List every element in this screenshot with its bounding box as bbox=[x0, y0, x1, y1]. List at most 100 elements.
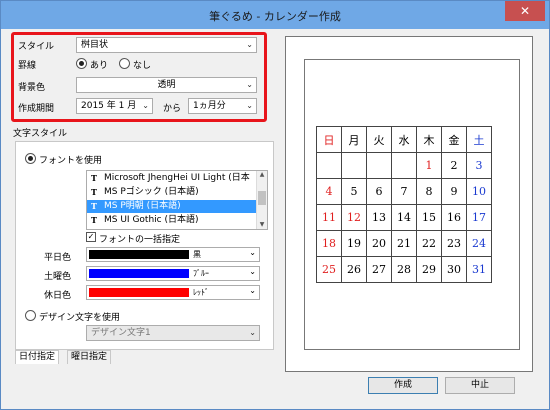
date-cell: 16 bbox=[441, 204, 467, 231]
style-select[interactable]: 桝目状 ⌄ bbox=[76, 37, 257, 53]
date-cell: 9 bbox=[441, 178, 467, 205]
weekday-color-name: 黒 bbox=[193, 250, 201, 259]
saturday-color-label: 土曜色 bbox=[44, 272, 72, 282]
weekday-color-select[interactable]: 黒 ⌄ bbox=[86, 247, 260, 262]
date-cell: 8 bbox=[416, 178, 442, 205]
chevron-down-icon: ⌄ bbox=[142, 101, 149, 110]
truetype-icon: T bbox=[91, 187, 97, 197]
saturday-color-name: ﾌﾞﾙｰ bbox=[193, 269, 209, 278]
calendar-grid: 日 月 火 水 木 金 土 1 2 3 4 5 6 7 8 9 10 11 12… bbox=[316, 126, 492, 283]
preview-page: 日 月 火 水 木 金 土 1 2 3 4 5 6 7 8 9 10 11 12… bbox=[304, 59, 520, 350]
scroll-up-icon[interactable]: ▲ bbox=[257, 171, 267, 178]
holiday-color-label: 休日色 bbox=[44, 291, 72, 301]
date-cell: 11 bbox=[316, 204, 342, 231]
truetype-icon: T bbox=[91, 173, 97, 183]
font-list[interactable]: T Microsoft JhengHei UI Light (日本 T MS Pゴシ… bbox=[86, 170, 268, 230]
holiday-swatch bbox=[89, 288, 189, 297]
dialog-body: スタイル 桝目状 ⌄ 罫線 あり なし 背景色 透明 ⌄ 作成期間 2015 年… bbox=[8, 30, 543, 403]
date-cell: 3 bbox=[466, 152, 492, 179]
date-cell: 26 bbox=[341, 256, 367, 283]
date-cell: 4 bbox=[316, 178, 342, 205]
tab-weekday[interactable]: 曜日指定 bbox=[67, 350, 112, 364]
bulk-font-label: フォントの一括指定 bbox=[99, 235, 181, 245]
saturday-swatch bbox=[89, 269, 189, 278]
calendar-week-row: 1 2 3 bbox=[316, 152, 492, 179]
scroll-thumb[interactable] bbox=[258, 191, 266, 205]
date-cell bbox=[316, 152, 342, 179]
date-cell: 18 bbox=[316, 230, 342, 257]
design-select[interactable]: デザイン文字1 ⌄ bbox=[86, 325, 260, 341]
font-item[interactable]: T MS UI Gothic (日本語) bbox=[87, 214, 257, 227]
title-bar: 筆ぐるめ - カレンダー作成 ✕ bbox=[1, 1, 549, 29]
date-cell bbox=[341, 152, 367, 179]
period-length-select[interactable]: 1ヵ月分 ⌄ bbox=[188, 98, 257, 114]
date-cell: 15 bbox=[416, 204, 442, 231]
date-cell: 14 bbox=[391, 204, 417, 231]
font-item[interactable]: T Microsoft JhengHei UI Light (日本 bbox=[87, 172, 257, 185]
date-cell: 1 bbox=[416, 152, 442, 179]
date-cell: 27 bbox=[366, 256, 392, 283]
border-on-radio[interactable] bbox=[76, 58, 87, 69]
calendar-header-row: 日 月 火 水 木 金 土 bbox=[316, 126, 492, 153]
close-button[interactable]: ✕ bbox=[505, 1, 545, 21]
weekday-color-label: 平日色 bbox=[44, 253, 72, 263]
bg-color-select[interactable]: 透明 ⌄ bbox=[76, 77, 257, 93]
holiday-color-name: ﾚｯﾄﾞ bbox=[193, 288, 209, 297]
date-cell: 29 bbox=[416, 256, 442, 283]
text-style-title: 文字スタイル bbox=[13, 129, 68, 139]
period-start-value: 2015 年 1 月 bbox=[81, 101, 137, 111]
saturday-color-select[interactable]: ﾌﾞﾙｰ ⌄ bbox=[86, 266, 260, 281]
date-cell: 20 bbox=[366, 230, 392, 257]
truetype-icon: T bbox=[91, 215, 97, 225]
font-item[interactable]: T MS Pゴシック (日本語) bbox=[87, 186, 257, 199]
font-item-selected[interactable]: T MS P明朝 (日本語) bbox=[87, 200, 257, 213]
use-font-label: フォントを使用 bbox=[39, 156, 103, 166]
scroll-down-icon[interactable]: ▼ bbox=[257, 221, 267, 228]
chevron-down-icon: ⌄ bbox=[246, 80, 253, 89]
calendar-week-row: 4 5 6 7 8 9 10 bbox=[316, 178, 492, 205]
period-label: 作成期間 bbox=[18, 104, 55, 114]
calendar-window: 筆ぐるめ - カレンダー作成 ✕ スタイル 桝目状 ⌄ 罫線 あり なし 背景色… bbox=[0, 0, 550, 410]
chevron-down-icon: ⌄ bbox=[246, 101, 253, 110]
calendar-preview: 日 月 火 水 木 金 土 1 2 3 4 5 6 7 8 9 10 11 12… bbox=[285, 36, 533, 372]
bg-color-label: 背景色 bbox=[18, 83, 46, 93]
bulk-font-checkbox[interactable]: ✓ bbox=[86, 232, 96, 242]
use-font-radio[interactable] bbox=[25, 153, 36, 164]
date-cell: 24 bbox=[466, 230, 492, 257]
date-cell: 17 bbox=[466, 204, 492, 231]
weekday-header: 日 bbox=[316, 126, 342, 153]
create-button[interactable]: 作成 bbox=[368, 377, 438, 394]
bg-color-value: 透明 bbox=[157, 80, 176, 90]
chevron-down-icon: ⌄ bbox=[249, 286, 256, 295]
date-cell: 22 bbox=[416, 230, 442, 257]
border-off-label: なし bbox=[133, 61, 152, 71]
cancel-button[interactable]: 中止 bbox=[445, 377, 515, 394]
date-cell: 19 bbox=[341, 230, 367, 257]
chevron-down-icon: ⌄ bbox=[249, 248, 256, 257]
date-cell: 28 bbox=[391, 256, 417, 283]
window-title: 筆ぐるめ - カレンダー作成 bbox=[209, 10, 341, 23]
period-connector: から bbox=[163, 104, 182, 114]
date-cell: 25 bbox=[316, 256, 342, 283]
weekday-swatch bbox=[89, 250, 189, 259]
design-value: デザイン文字1 bbox=[91, 328, 151, 338]
date-cell: 31 bbox=[466, 256, 492, 283]
weekday-header: 金 bbox=[441, 126, 467, 153]
date-cell: 2 bbox=[441, 152, 467, 179]
chevron-down-icon: ⌄ bbox=[249, 328, 256, 337]
font-list-scrollbar[interactable]: ▲ ▼ bbox=[256, 171, 267, 229]
date-cell: 7 bbox=[391, 178, 417, 205]
weekday-header: 木 bbox=[416, 126, 442, 153]
border-off-radio[interactable] bbox=[119, 58, 130, 69]
use-design-label: デザイン文字を使用 bbox=[39, 313, 121, 323]
weekday-header: 月 bbox=[341, 126, 367, 153]
use-design-radio[interactable] bbox=[25, 310, 36, 321]
tab-date[interactable]: 日付指定 bbox=[15, 350, 60, 364]
period-length-value: 1ヵ月分 bbox=[193, 101, 226, 111]
weekday-header: 火 bbox=[366, 126, 392, 153]
holiday-color-select[interactable]: ﾚｯﾄﾞ ⌄ bbox=[86, 285, 260, 300]
period-start-select[interactable]: 2015 年 1 月 ⌄ bbox=[76, 98, 153, 114]
date-cell bbox=[366, 152, 392, 179]
date-cell: 6 bbox=[366, 178, 392, 205]
style-label: スタイル bbox=[18, 42, 55, 52]
